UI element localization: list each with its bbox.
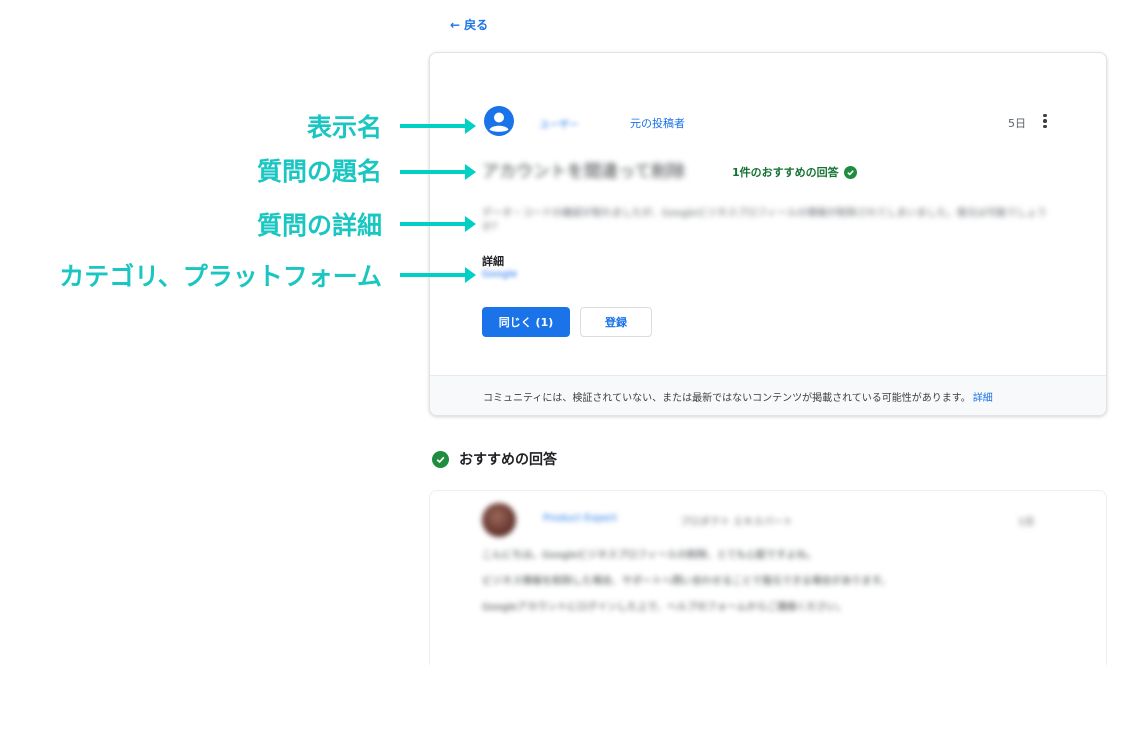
author-name[interactable]: ユーザー — [539, 116, 579, 131]
annotation-arrow — [400, 118, 476, 134]
question-card: ユーザー 元の投稿者 5日 アカウントを間違って削除 1件のおすすめの回答 デー… — [429, 52, 1107, 416]
check-circle-icon — [432, 450, 449, 468]
answer-card: Product Expert プロダクト エキスパート 1日 こんにちは。Goo… — [429, 490, 1107, 665]
subscribe-button[interactable]: 登録 — [580, 307, 652, 337]
question-title: アカウントを間違って削除 — [482, 162, 686, 182]
annotation-question-title: 質問の題名 — [256, 157, 382, 186]
details-label: 詳細 — [482, 255, 504, 268]
community-disclaimer: コミュニティには、検証されていない、または最新ではないコンテンツが掲載されている… — [430, 375, 1106, 415]
answer-paragraph: ビジネス情報を削除した場合、サポートへ問い合わせることで復元できる場合があります… — [482, 576, 891, 587]
account-circle-icon[interactable] — [483, 105, 515, 137]
arrow-left-icon: ← — [450, 17, 461, 32]
answer-text: こんにちは。Googleビジネスプロフィールの削除、とても心配ですよね。 ビジネ… — [482, 549, 1072, 627]
back-link[interactable]: ← 戻る — [450, 16, 488, 33]
recommended-answer-badge[interactable]: 1件のおすすめの回答 — [732, 164, 857, 180]
more-vert-icon[interactable] — [1036, 111, 1054, 131]
annotation-category-platform: カテゴリ、プラットフォーム — [59, 262, 382, 291]
answer-paragraph: Googleアカウントにログインした上で、ヘルプのフォームからご連絡ください。 — [482, 602, 847, 613]
back-label: 戻る — [464, 18, 489, 32]
annotation-question-detail: 質問の詳細 — [256, 211, 382, 240]
answer-avatar[interactable] — [482, 503, 516, 537]
annotation-arrow — [400, 216, 476, 232]
question-body: データ・コードの確認が取れましたが、Googleビジネスプロフィールの情報が削除… — [482, 208, 1047, 233]
annotation-display-name: 表示名 — [306, 113, 382, 142]
answer-content: Product Expert プロダクト エキスパート 1日 こんにちは。Goo… — [430, 491, 1106, 665]
disclaimer-details-link[interactable]: 詳細 — [973, 389, 993, 404]
check-circle-icon — [843, 165, 857, 179]
annotation-arrow — [400, 267, 476, 283]
category-link[interactable]: Google — [482, 269, 517, 280]
disclaimer-text: コミュニティには、検証されていない、または最新ではないコンテンツが掲載されている… — [483, 393, 971, 404]
original-poster-label: 元の投稿者 — [630, 117, 685, 130]
recommended-answer-heading: おすすめの回答 — [432, 449, 557, 469]
annotation-arrow — [400, 164, 476, 180]
answer-paragraph: こんにちは。Googleビジネスプロフィールの削除、とても心配ですよね。 — [482, 550, 817, 561]
recommended-badge-label: 1件のおすすめの回答 — [732, 166, 839, 179]
answer-timestamp: 1日 — [1018, 517, 1035, 528]
recommended-answer-title: おすすめの回答 — [459, 452, 557, 468]
same-question-button[interactable]: 同じく (1) — [482, 307, 570, 337]
answer-author-meta: プロダクト エキスパート — [680, 517, 793, 528]
post-timestamp: 5日 — [1008, 117, 1026, 130]
answer-author[interactable]: Product Expert — [543, 513, 617, 524]
